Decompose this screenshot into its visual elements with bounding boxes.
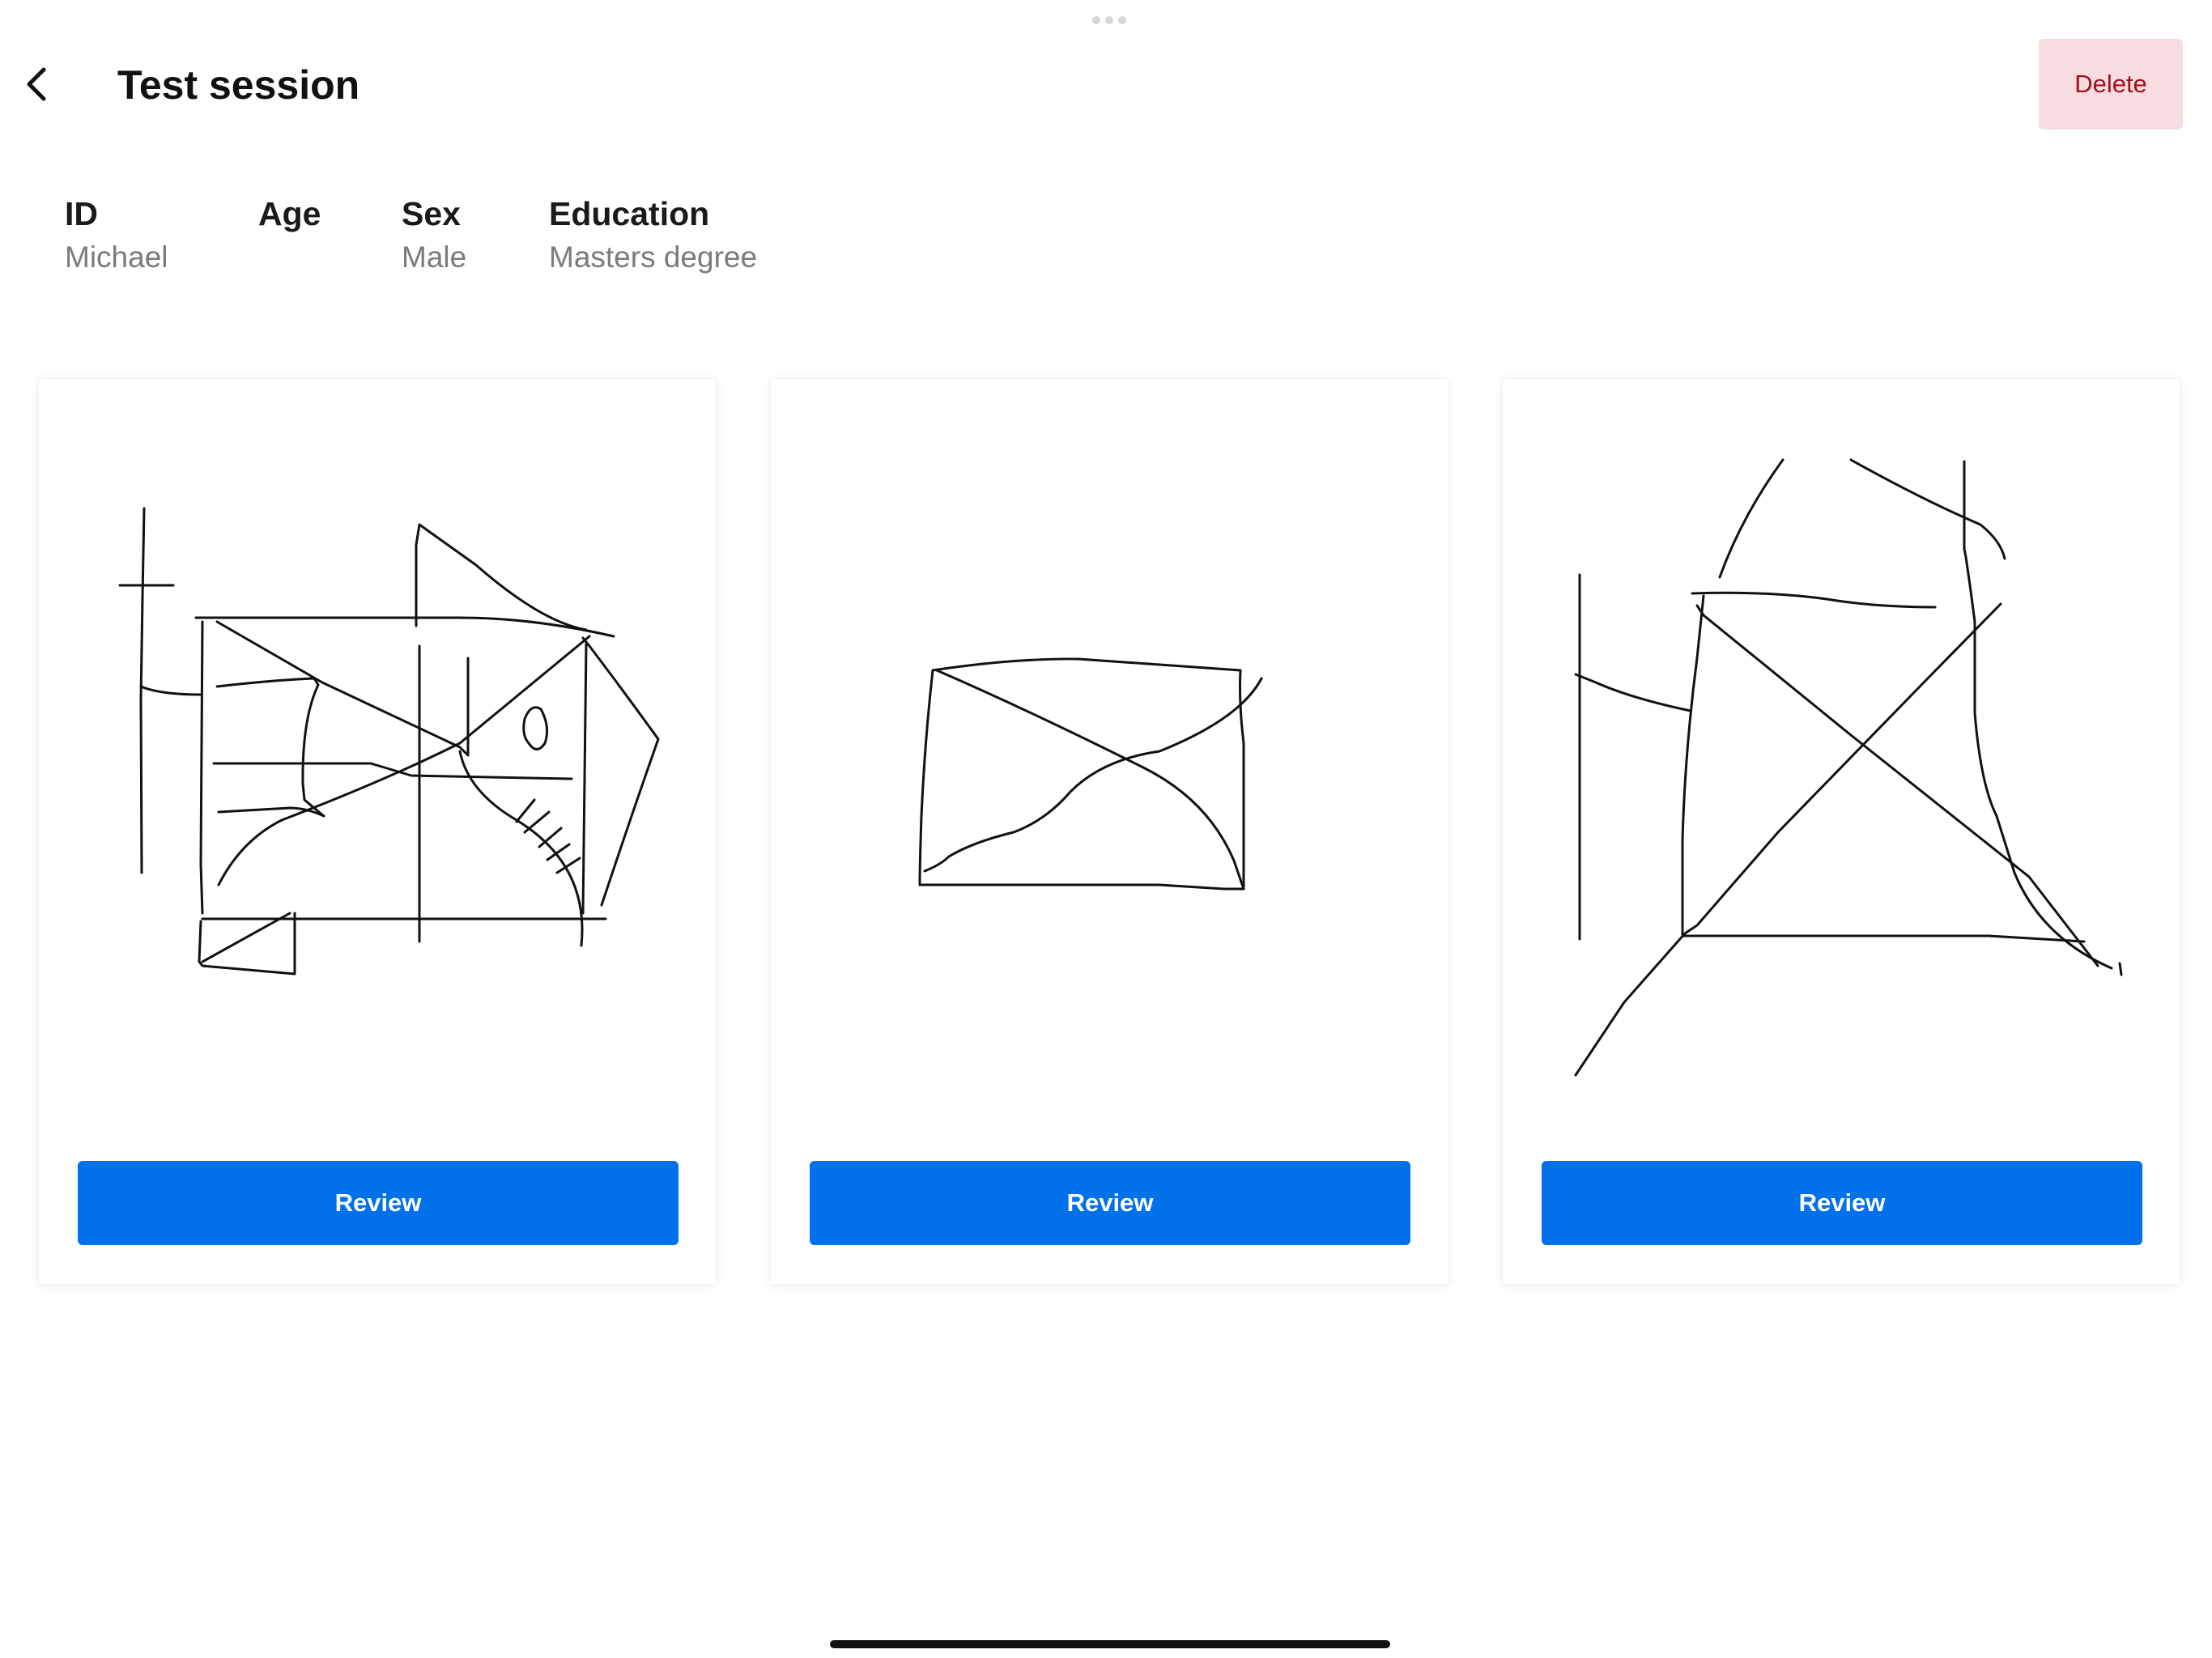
back-button[interactable]: [15, 53, 60, 115]
drawing-card: Review: [39, 379, 716, 1284]
grabber-dots-icon[interactable]: [1092, 16, 1126, 24]
drawing-card: Review: [1503, 379, 2180, 1284]
info-id-label: ID: [65, 195, 98, 232]
review-button[interactable]: Review: [810, 1161, 1410, 1245]
grabber-dot: [1118, 16, 1126, 24]
review-button[interactable]: Review: [1542, 1161, 2142, 1245]
drawing-card: Review: [771, 379, 1448, 1284]
drawing-thumbnail: [918, 657, 1263, 891]
info-sex: Sex Male: [402, 191, 466, 278]
review-button[interactable]: Review: [78, 1161, 678, 1245]
info-sex-label: Sex: [402, 195, 461, 232]
info-id: ID Michael: [65, 191, 168, 278]
drawing-thumbnail: [1574, 458, 2123, 1077]
info-sex-value: Male: [402, 240, 467, 274]
info-education-value: Masters degree: [549, 240, 758, 274]
grabber-dot: [1092, 16, 1100, 24]
home-indicator[interactable]: [830, 1640, 1390, 1648]
info-education-label: Education: [549, 195, 710, 232]
page-title: Test session: [117, 62, 360, 108]
info-id-value: Michael: [65, 240, 168, 274]
chevron-left-icon: [27, 67, 46, 101]
grabber-dot: [1105, 16, 1113, 24]
delete-button[interactable]: Delete: [2039, 39, 2183, 130]
info-age-label: Age: [258, 195, 321, 232]
drawing-thumbnail: [118, 507, 660, 976]
info-education: Education Masters degree: [549, 191, 757, 278]
info-age: Age: [258, 191, 321, 236]
